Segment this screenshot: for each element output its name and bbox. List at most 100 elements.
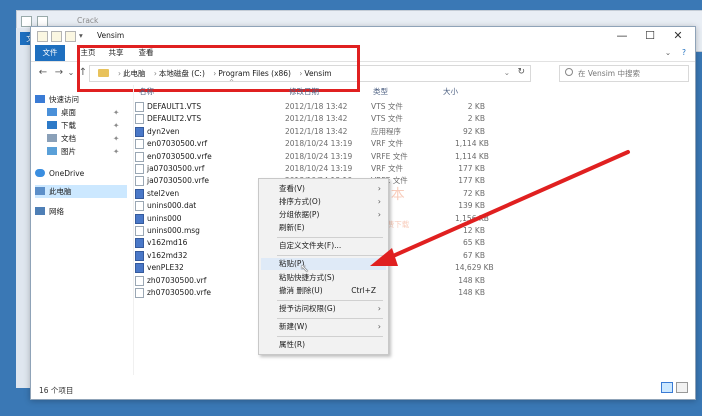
app-icon: [135, 126, 144, 137]
menu-item-give-access[interactable]: 授予访问权限(G) ›: [261, 303, 386, 315]
file-row[interactable]: DEFAULT2.VTS 2012/1/18 13:42 VTS 文件 2 KB: [135, 113, 495, 125]
back-button[interactable]: ←: [37, 66, 49, 79]
menu-item-undo-delete[interactable]: 撤消 删除(U) Ctrl+Z: [261, 285, 386, 297]
menu-separator: [277, 318, 383, 319]
sidebar-item-documents[interactable]: 文档 ✦: [47, 132, 119, 145]
maximize-button[interactable]: ☐: [637, 28, 663, 44]
forward-button[interactable]: →: [53, 66, 65, 79]
recent-locations-button[interactable]: ⌄: [67, 66, 75, 79]
close-button[interactable]: ✕: [665, 28, 691, 44]
menu-item-view[interactable]: 查看(V) ›: [261, 183, 386, 195]
minimize-button[interactable]: —: [609, 28, 635, 44]
menu-separator: [277, 300, 383, 301]
tab-file[interactable]: 文件: [35, 45, 65, 61]
file-size: 2 KB: [467, 114, 485, 124]
menu-item-new[interactable]: 新建(W) ›: [261, 321, 386, 333]
sidebar-item-onedrive[interactable]: OneDrive: [35, 167, 84, 180]
pin-icon: ✦: [113, 147, 120, 156]
menu-item-group-by[interactable]: 分组依据(P) ›: [261, 209, 386, 221]
title-bar: ▾ Vensim — ☐ ✕: [31, 27, 695, 45]
chevron-right-icon: ›: [377, 210, 381, 219]
file-name: ja07030500.vrfe: [147, 176, 210, 186]
cloud-icon: [35, 169, 45, 177]
app-icon: [135, 213, 144, 224]
file-type: 应用程序: [371, 126, 401, 136]
menu-item-properties[interactable]: 属性(R): [261, 339, 386, 351]
search-placeholder: 在 Vensim 中搜索: [578, 69, 640, 78]
chevron-right-icon: ›: [377, 304, 381, 313]
chevron-down-icon[interactable]: ▾: [79, 31, 85, 40]
file-icon: [135, 164, 144, 174]
file-icon: [135, 151, 144, 162]
file-date: 2018/10/24 13:19: [285, 139, 353, 149]
search-box[interactable]: 在 Vensim 中搜索: [559, 65, 689, 82]
download-icon: [47, 121, 57, 129]
file-row[interactable]: en07030500.vrfe 2018/10/24 13:19 VRFE 文件 1,…: [135, 151, 495, 162]
file-size: 12 KB: [463, 226, 485, 235]
pane-divider: [133, 85, 134, 375]
file-size: 1,156 KB: [455, 213, 489, 223]
file-size: 1,114 KB: [455, 139, 489, 149]
column-header-size[interactable]: 大小: [443, 85, 458, 99]
status-item-count: 16 个项目: [39, 386, 74, 395]
file-name: unins000.dat: [147, 201, 197, 211]
chevron-right-icon: ›: [377, 197, 381, 206]
sidebar-item-quick-access[interactable]: 快速访问: [35, 93, 79, 106]
file-row[interactable]: ja07030500.vrf 2018/10/24 13:19 VRF 文件 177 …: [135, 163, 495, 174]
network-icon: [35, 207, 45, 215]
app-icon: [135, 238, 144, 249]
file-icon: [135, 288, 144, 298]
file-size: 92 KB: [463, 126, 485, 136]
sidebar-item-desktop[interactable]: 桌面 ✦: [47, 106, 119, 119]
file-size: 72 KB: [463, 188, 485, 198]
file-icon: [135, 139, 144, 150]
file-size: 65 KB: [463, 238, 485, 248]
file-date: 2018/10/24 13:19: [285, 151, 353, 161]
checkbox-icon[interactable]: [51, 31, 62, 42]
star-icon: [35, 95, 45, 103]
file-size: 148 KB: [458, 275, 485, 285]
file-row[interactable]: DEFAULT1.VTS 2012/1/18 13:42 VTS 文件 2 KB: [135, 101, 495, 112]
menu-item-paste[interactable]: 粘贴(P): [261, 258, 386, 270]
file-name: v162md16: [147, 238, 188, 248]
file-row[interactable]: en07030500.vrf 2018/10/24 13:19 VRF 文件 1,11…: [135, 138, 495, 150]
address-dropdown-icon[interactable]: ⌄: [504, 68, 510, 77]
chevron-right-icon: ›: [377, 322, 381, 331]
menu-separator: [277, 237, 383, 238]
file-type: VRF 文件: [371, 164, 404, 173]
file-date: 2012/1/18 13:42: [285, 102, 348, 111]
column-header-type[interactable]: 类型: [373, 85, 388, 99]
desktop-icon: [47, 108, 57, 116]
file-icon: [135, 275, 144, 286]
context-menu: 查看(V) › 排序方式(O) › 分组依据(P) › 刷新(E) 自定义文件夹(F)…: [258, 178, 389, 355]
help-icon[interactable]: ?: [677, 45, 691, 61]
menu-item-refresh[interactable]: 刷新(E): [261, 222, 386, 234]
menu-item-paste-shortcut[interactable]: 粘贴快捷方式(S): [261, 272, 386, 284]
file-row[interactable]: dyn2ven 2012/1/18 13:42 应用程序 92 KB: [135, 126, 495, 137]
file-name: ja07030500.vrf: [147, 164, 205, 173]
sidebar-item-this-pc[interactable]: 此电脑: [35, 185, 127, 198]
menu-item-customize-folder[interactable]: 自定义文件夹(F)...: [261, 240, 386, 252]
menu-item-sort-by[interactable]: 排序方式(O) ›: [261, 196, 386, 208]
file-size: 177 KB: [458, 176, 485, 186]
properties-icon[interactable]: [37, 31, 48, 42]
app-icon: [135, 263, 144, 274]
large-icons-view-button[interactable]: [676, 382, 688, 393]
sidebar-item-pictures[interactable]: 图片 ✦: [47, 145, 119, 158]
new-folder-icon[interactable]: [65, 31, 76, 42]
ribbon-expand-icon[interactable]: ⌄: [661, 45, 675, 61]
menu-separator: [277, 255, 383, 256]
file-icon: [135, 176, 144, 187]
file-name: unins000: [147, 213, 182, 223]
file-type: VRF 文件: [371, 139, 404, 149]
file-size: 139 KB: [458, 201, 485, 211]
file-size: 148 KB: [458, 288, 485, 297]
refresh-icon[interactable]: ↻: [517, 67, 525, 77]
sidebar-item-downloads[interactable]: 下载 ✦: [47, 119, 119, 132]
file-name: venPLE32: [147, 263, 184, 273]
column-header-name[interactable]: 名称: [139, 85, 154, 99]
sidebar-item-network[interactable]: 网络: [35, 205, 64, 218]
file-icon: [135, 226, 144, 236]
column-header-date[interactable]: 修改日期: [289, 85, 319, 99]
details-view-button[interactable]: [661, 382, 673, 393]
